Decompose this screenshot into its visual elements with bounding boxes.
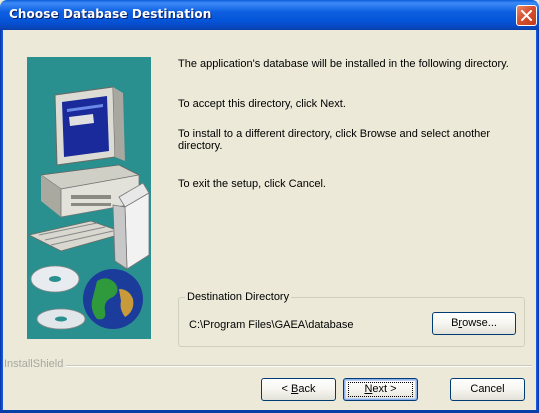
footer-separator — [4, 365, 532, 367]
instruction-accept: To accept this directory, click Next. — [178, 98, 346, 110]
title-bar[interactable]: Choose Database Destination — [0, 0, 539, 30]
back-button[interactable]: < Back — [261, 378, 336, 401]
destination-directory-legend: Destination Directory — [185, 291, 292, 303]
window-title: Choose Database Destination — [9, 7, 212, 21]
browse-button[interactable]: Browse... — [432, 312, 516, 335]
setup-illustration — [27, 57, 151, 339]
dialog-window: Choose Database Destination The applicat… — [0, 0, 539, 413]
instruction-cancel: To exit the setup, click Cancel. — [178, 178, 326, 190]
installshield-brand: InstallShield — [4, 358, 67, 370]
back-label-pre: < — [281, 383, 291, 395]
close-icon — [521, 10, 532, 21]
next-button[interactable]: Next > — [343, 378, 418, 401]
cancel-button[interactable]: Cancel — [450, 378, 525, 401]
browse-label-post: owse... — [462, 317, 497, 329]
back-label-post: ack — [298, 383, 316, 395]
computer-illustration-icon — [27, 86, 150, 330]
instruction-browse: To install to a different directory, cli… — [178, 128, 491, 152]
close-button[interactable] — [516, 5, 537, 26]
next-label-post: ext > — [372, 383, 397, 395]
destination-path: C:\Program Files\GAEA\database — [189, 319, 354, 331]
destination-directory-group: Destination Directory C:\Program Files\G… — [178, 291, 525, 347]
instruction-database-location: The application's database will be insta… — [178, 58, 509, 70]
